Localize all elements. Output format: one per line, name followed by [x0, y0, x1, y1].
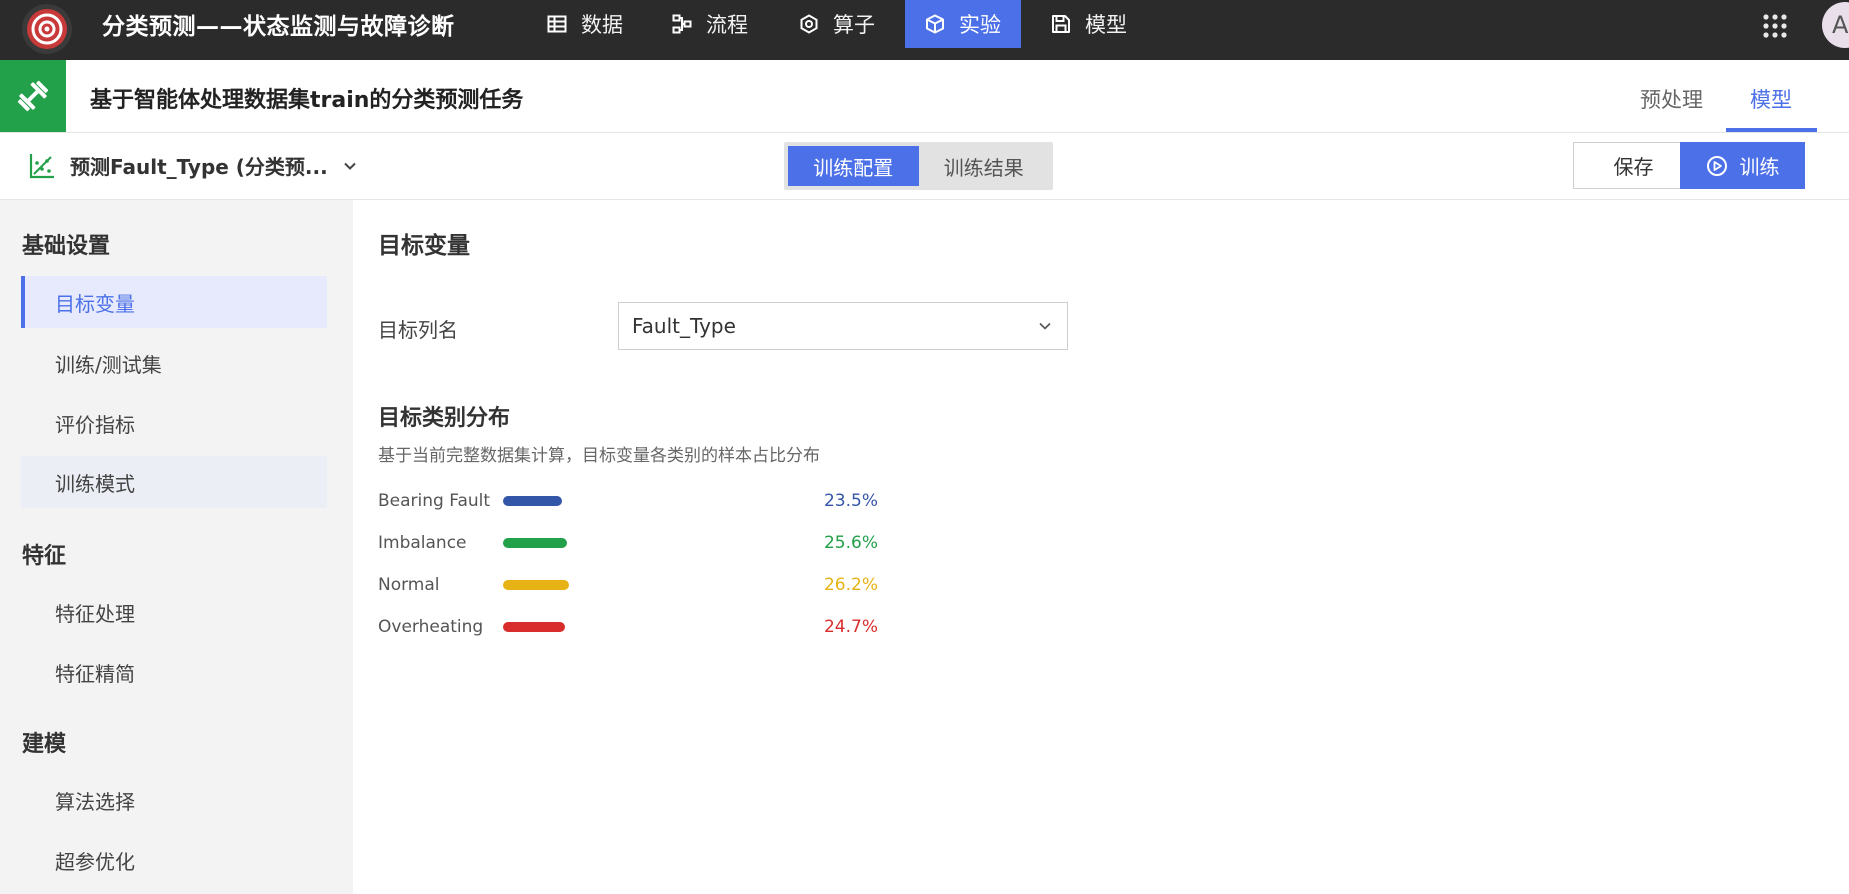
app-title: 分类预测——状态监测与故障诊断 — [102, 14, 455, 40]
model-selector[interactable]: 预测Fault_Type (分类预... — [28, 151, 358, 180]
cube-icon — [926, 14, 944, 34]
target-column-label: 目标列名 — [378, 318, 458, 342]
distribution-description: 基于当前完整数据集计算，目标变量各类别的样本占比分布 — [378, 446, 820, 466]
segment-train-result[interactable]: 训练结果 — [919, 146, 1050, 186]
sidebar-item-train-test-split[interactable]: 训练/测试集 — [21, 337, 327, 389]
nav-item-label: 数据 — [581, 13, 623, 37]
chevron-down-icon — [1039, 322, 1051, 330]
sidebar-item-hyperparameter-tuning[interactable]: 超参优化 — [21, 834, 327, 886]
distribution-percent: 26.2% — [823, 575, 878, 595]
nav-item-experiment[interactable]: 实验 — [905, 0, 1021, 48]
table-icon — [547, 15, 567, 33]
sidebar-group-features: 特征 — [22, 544, 67, 569]
target-column-select[interactable]: Fault_Type — [618, 302, 1068, 350]
sidebar-item-training-mode[interactable]: 训练模式 — [21, 456, 327, 508]
distribution-percent: 24.7% — [823, 617, 878, 637]
distribution-row: Imbalance 25.6% — [378, 530, 878, 556]
logo-swirl-icon — [27, 9, 67, 49]
distribution-row: Overheating 24.7% — [378, 614, 878, 640]
nav-item-label: 算子 — [833, 13, 875, 37]
distribution-class-label: Normal — [378, 575, 440, 595]
sidebar-item-algorithm-selection[interactable]: 算法选择 — [21, 774, 327, 826]
save-button[interactable]: 保存 — [1573, 142, 1694, 189]
hexagon-gear-icon — [800, 14, 818, 34]
scatter-chart-icon — [29, 153, 54, 178]
view-segmented-control: 训练配置 训练结果 — [784, 142, 1053, 190]
task-header: 基于智能体处理数据集train的分类预测任务 预处理 模型 — [0, 60, 1849, 133]
active-tab-underline — [1726, 128, 1817, 132]
distribution-class-label: Overheating — [378, 617, 484, 637]
dumbbell-icon — [17, 80, 49, 112]
main-content: 目标变量 目标列名 Fault_Type 目标类别分布 基于当前完整数据集计算，… — [353, 200, 1849, 894]
distribution-title: 目标类别分布 — [378, 406, 511, 431]
distribution-percent: 25.6% — [823, 533, 878, 553]
tab-model[interactable]: 模型 — [1750, 84, 1792, 114]
target-column-value: Fault_Type — [632, 314, 736, 338]
sidebar-item-target-variable[interactable]: 目标变量 — [21, 276, 327, 328]
segment-train-config[interactable]: 训练配置 — [788, 146, 919, 186]
sidebar-group-basic: 基础设置 — [22, 234, 111, 259]
distribution-class-label: Bearing Fault — [378, 491, 491, 511]
settings-sidebar: 基础设置 目标变量 训练/测试集 评价指标 训练模式 特征 特征处理 特征精简 … — [0, 200, 353, 894]
train-button[interactable]: 训练 — [1680, 142, 1805, 189]
distribution-percent: 23.5% — [823, 491, 878, 511]
nav-item-label: 流程 — [706, 13, 748, 37]
distribution-row: Bearing Fault 23.5% — [378, 488, 878, 514]
distribution-bar — [503, 580, 569, 590]
distribution-bar — [503, 496, 562, 506]
user-avatar[interactable]: A — [1822, 2, 1849, 48]
nav-item-flow[interactable]: 流程 — [652, 0, 768, 48]
nav-item-label: 模型 — [1085, 13, 1127, 37]
distribution-bar — [503, 538, 567, 548]
play-circle-icon — [1706, 155, 1727, 176]
distribution-bar — [503, 622, 565, 632]
sidebar-item-evaluation-metrics[interactable]: 评价指标 — [21, 397, 327, 449]
model-selector-label: 预测Fault_Type (分类预... — [70, 155, 328, 179]
apps-grid-icon[interactable] — [1762, 13, 1788, 39]
flow-icon — [672, 14, 692, 34]
toolbar: 预测Fault_Type (分类预... 训练配置 训练结果 保存 训练 — [0, 133, 1849, 200]
sidebar-group-modeling: 建模 — [22, 732, 67, 757]
chevron-down-icon — [344, 162, 356, 170]
tab-preprocessing[interactable]: 预处理 — [1640, 84, 1703, 114]
nav-item-label: 实验 — [959, 13, 1001, 37]
nav-item-data[interactable]: 数据 — [527, 0, 643, 48]
sidebar-item-feature-processing[interactable]: 特征处理 — [21, 586, 327, 638]
task-icon-box — [0, 60, 66, 132]
task-title: 基于智能体处理数据集train的分类预测任务 — [90, 88, 524, 113]
app-logo[interactable] — [22, 4, 72, 54]
nav-item-model[interactable]: 模型 — [1031, 0, 1147, 48]
nav-item-operator[interactable]: 算子 — [779, 0, 895, 48]
section-title-target-variable: 目标变量 — [378, 233, 470, 259]
top-nav-bar: 分类预测——状态监测与故障诊断 数据 流程 算子 实验 模型 A — [0, 0, 1849, 60]
distribution-row: Normal 26.2% — [378, 572, 878, 598]
floppy-disk-icon — [1052, 15, 1070, 33]
sidebar-item-feature-selection[interactable]: 特征精简 — [21, 646, 327, 698]
train-button-label: 训练 — [1739, 155, 1780, 179]
distribution-class-label: Imbalance — [378, 533, 467, 553]
